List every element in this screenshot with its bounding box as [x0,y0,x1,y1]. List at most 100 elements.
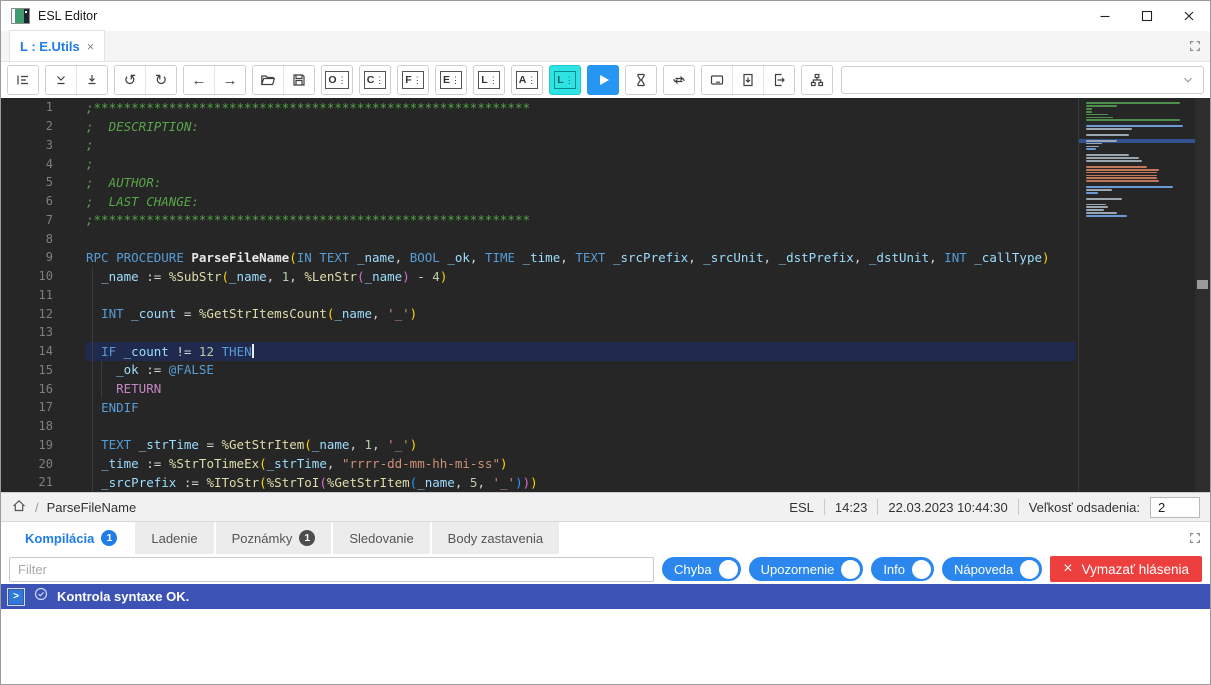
save-floppy-icon [293,74,305,86]
home-breadcrumb-button[interactable] [11,498,27,517]
toggle-info[interactable]: Info [871,557,934,581]
code-line[interactable]: 13 [1,323,1076,342]
expand-panel-button[interactable] [1188,39,1202,58]
code-line[interactable]: 6; LAST CHANGE: [1,192,1076,211]
redo-button[interactable]: ↻ [145,66,176,94]
vertical-scrollbar[interactable] [1195,98,1210,492]
code-line[interactable]: 9 RPC PROCEDURE ParseFileName(IN TEXT _na… [1,248,1076,267]
indent-size-input[interactable] [1150,496,1200,518]
filter-row: Chyba Upozornenie Info Nápoveda × Vymaza… [1,554,1210,584]
code-line[interactable]: 4; [1,154,1076,173]
tab-e-utils[interactable]: L : E.Utils × [9,30,106,61]
close-button[interactable] [1168,1,1210,31]
close-icon [1184,11,1194,21]
breadcrumb-procedure[interactable]: ParseFileName [47,500,137,515]
toggle-label: Nápoveda [954,561,1014,577]
code-line[interactable]: 15 _ok := @FALSE [1,361,1076,380]
line-number: 5 [45,175,53,190]
hourglass-icon [637,73,645,87]
code-line[interactable]: 5; AUTHOR: [1,173,1076,192]
tab-ladenie[interactable]: Ladenie [135,522,214,554]
functions-list-button[interactable]: F ⋮ [397,65,429,95]
navigate-back-button[interactable]: ← [184,66,214,94]
open-button[interactable] [253,66,283,94]
tab-sledovanie[interactable]: Sledovanie [333,522,430,554]
maximize-button[interactable] [1126,1,1168,31]
indent-size-label: Veľkosť odsadenia: [1028,499,1140,515]
toggle-chyba[interactable]: Chyba [662,557,741,581]
code-line[interactable]: 3; [1,136,1076,155]
undo-button[interactable]: ↺ [115,66,145,94]
save-button[interactable] [283,66,314,94]
code-line[interactable]: 12 INT _count = %GetStrItemsCount(_name,… [1,304,1076,323]
check-syntax-button[interactable] [46,66,76,94]
letter-L-active-icon: L ⋮ [554,71,576,89]
clear-messages-button[interactable]: × Vymazať hlásenia [1050,556,1202,582]
code-line[interactable]: 10 _name := %SubStr(_name, 1, %LenStr(_n… [1,267,1076,286]
tab-label: Ladenie [151,530,198,546]
toggle-knob [718,559,738,579]
constants-list-button[interactable]: C ⋮ [359,65,391,95]
show-panel-button[interactable] [702,66,732,94]
save-to-line-button[interactable] [76,66,107,94]
call-tree-button[interactable] [801,65,833,95]
loop-button[interactable] [663,65,695,95]
scrollbar-thumb[interactable] [1197,280,1208,289]
locals-list-button[interactable]: L ⋮ [473,65,505,95]
code-line[interactable]: 18 [1,417,1076,436]
code-line[interactable]: 21 _srcPrefix := %IToStr(%StrToI(%GetStr… [1,473,1076,492]
language-indicator: ESL [789,499,814,515]
run-button[interactable] [587,65,619,95]
export-button[interactable] [763,66,794,94]
toggle-upozornenie[interactable]: Upozornenie [748,557,864,581]
procedure-dropdown[interactable] [841,66,1204,94]
arrow-right-icon: → [222,71,238,89]
toggle-label: Info [883,561,905,577]
filter-input[interactable] [9,556,655,582]
undo-icon: ↺ [123,71,137,89]
line-number: 7 [45,212,53,227]
compile-message-row[interactable]: > Kontrola syntaxe OK. [1,584,1210,609]
tab-kompilacia[interactable]: Kompilácia 1 [9,522,134,554]
minimap[interactable] [1078,98,1195,492]
expand-bottom-panel-button[interactable] [1188,531,1202,550]
tree-icon [810,73,824,87]
line-number: 17 [38,400,53,415]
tab-poznamky[interactable]: Poznámky 1 [215,522,332,554]
line-number: 2 [45,119,53,134]
code-lines: 1 ;**************************************… [1,98,1210,492]
active-list-button[interactable]: L ⋮ [549,65,581,95]
code-line[interactable]: 19 TEXT _strTime = %GetStrItem(_name, 1,… [1,436,1076,455]
indent-settings-button[interactable] [8,66,38,94]
events-list-button[interactable]: E ⋮ [435,65,467,95]
code-line[interactable]: 8 [1,229,1076,248]
import-button[interactable] [732,66,763,94]
code-line[interactable]: 2; DESCRIPTION: [1,117,1076,136]
card-icon [710,75,724,85]
toggle-napoveda[interactable]: Nápoveda [942,557,1043,581]
indent-guide [101,360,102,399]
attributes-list-button[interactable]: A ⋮ [511,65,543,95]
code-line[interactable]: 14 IF _count != 12 THEN [1,341,1076,361]
code-line[interactable]: 17 ENDIF [1,398,1076,417]
minimize-button[interactable] [1084,1,1126,31]
line-number: 10 [38,269,53,284]
tab-body-zastavenia[interactable]: Body zastavenia [431,522,560,554]
line-number: 13 [38,325,53,340]
wait-button[interactable] [625,65,657,95]
code-line[interactable]: 7 ;**************************************… [1,211,1076,230]
navigate-forward-button[interactable]: → [214,66,245,94]
objects-list-button[interactable]: O ⋮ [321,65,353,95]
separator [823,499,825,515]
separator [1017,499,1019,515]
cursor-position: 14:23 [834,499,868,515]
code-editor[interactable]: 1 ;**************************************… [1,98,1210,492]
code-line[interactable]: 16 RETURN [1,379,1076,398]
document-down-icon [743,73,753,87]
letter-A-icon: A ⋮ [515,71,539,89]
tab-close-icon[interactable]: × [87,39,95,54]
code-line[interactable]: 20 _time := %StrToTimeEx(_strTime, "rrrr… [1,454,1076,473]
line-number: 4 [45,156,53,171]
code-line[interactable]: 1 ;**************************************… [1,98,1076,117]
code-line[interactable]: 11 [1,286,1076,305]
